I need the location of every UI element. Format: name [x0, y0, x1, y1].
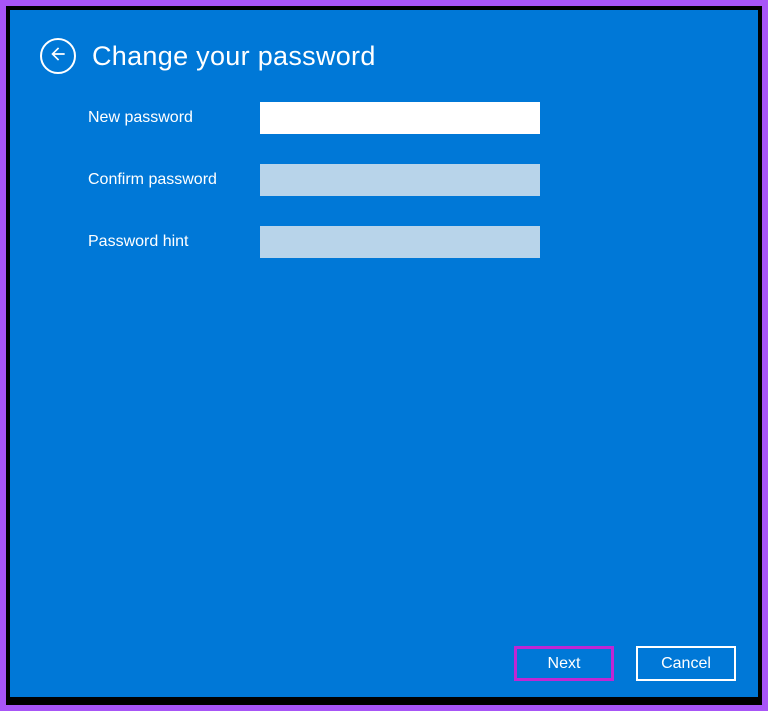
cancel-button[interactable]: Cancel — [636, 646, 736, 681]
page-title: Change your password — [92, 41, 376, 72]
footer: Next Cancel — [514, 646, 736, 681]
confirm-password-input[interactable] — [260, 164, 540, 196]
back-arrow-icon — [48, 44, 68, 69]
header: Change your password — [10, 10, 758, 84]
confirm-password-label: Confirm password — [88, 171, 260, 189]
password-hint-input[interactable] — [260, 226, 540, 258]
change-password-window: Change your password New password Confir… — [10, 10, 758, 697]
new-password-input[interactable] — [260, 102, 540, 134]
new-password-row: New password — [88, 102, 728, 134]
back-button[interactable] — [40, 38, 76, 74]
password-hint-row: Password hint — [88, 226, 728, 258]
next-button[interactable]: Next — [514, 646, 614, 681]
confirm-password-row: Confirm password — [88, 164, 728, 196]
password-hint-label: Password hint — [88, 233, 260, 251]
form-area: New password Confirm password Password h… — [10, 84, 758, 288]
new-password-label: New password — [88, 109, 260, 127]
